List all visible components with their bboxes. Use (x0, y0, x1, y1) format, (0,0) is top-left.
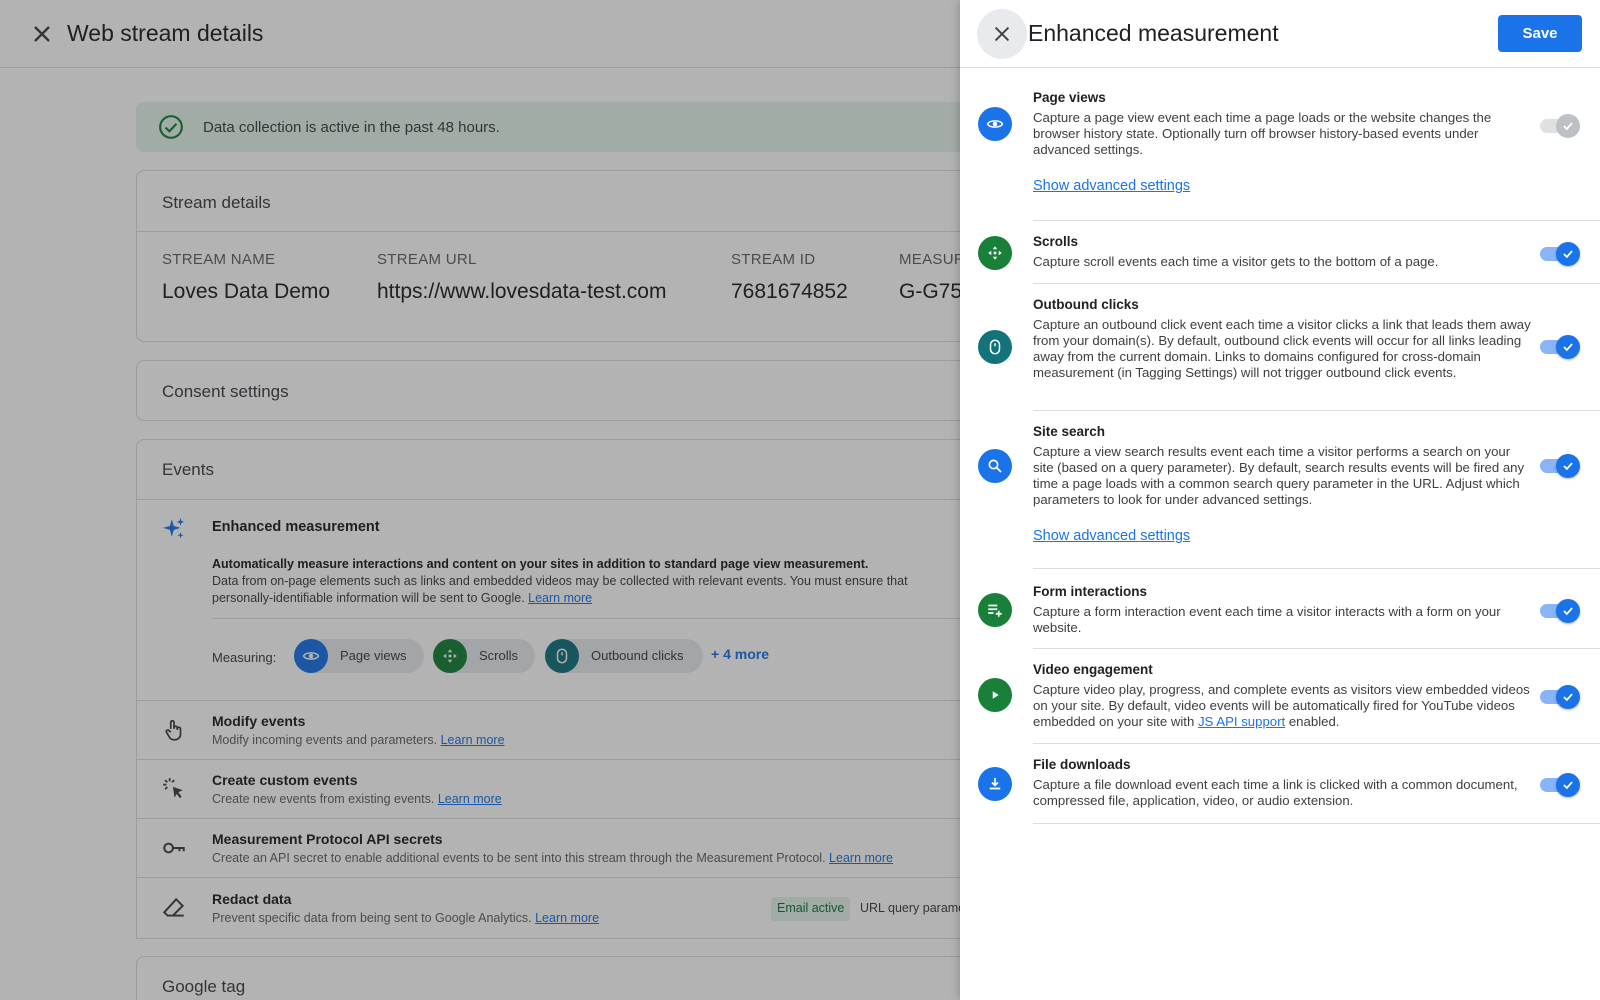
form-interactions-toggle[interactable] (1540, 599, 1580, 623)
email-active-badge: Email active (771, 897, 851, 921)
google-tag-title: Google tag (162, 977, 246, 996)
measurement-protocol-desc: Create an API secret to enable additiona… (212, 851, 893, 865)
measurement-protocol-learn-more[interactable]: Learn more (829, 851, 893, 865)
video-engagement-toggle[interactable] (1540, 685, 1580, 709)
check-circle-icon (159, 115, 183, 139)
redact-data-desc: Prevent specific data from being sent to… (212, 911, 600, 925)
file-downloads-toggle[interactable] (1540, 773, 1580, 797)
stream-name-field: STREAM NAME Loves Data Demo (162, 251, 331, 303)
modify-events-learn-more[interactable]: Learn more (441, 733, 505, 747)
enhanced-measurement-title: Enhanced measurement (212, 519, 380, 535)
scroll-icon (433, 639, 467, 673)
panel-title: Enhanced measurement (1028, 20, 1279, 46)
play-icon (978, 678, 1012, 712)
page-views-toggle[interactable] (1540, 114, 1580, 138)
outbound-clicks-toggle[interactable] (1540, 335, 1580, 359)
js-api-support-link[interactable]: JS API support (1198, 714, 1285, 729)
check-icon (1563, 462, 1573, 471)
chip-page-views: Page views (294, 639, 424, 673)
show-advanced-settings-link[interactable]: Show advanced settings (1033, 178, 1190, 194)
form-icon (978, 593, 1012, 627)
measurement-id-field: MEASUR G-G75 (899, 251, 965, 303)
close-icon[interactable] (28, 20, 56, 48)
more-chips-link[interactable]: + 4 more (711, 646, 769, 662)
check-icon (1563, 693, 1573, 702)
scrolls-toggle[interactable] (1540, 242, 1580, 266)
click-cursor-icon (163, 778, 183, 799)
check-icon (1563, 343, 1573, 352)
check-icon (1563, 781, 1573, 790)
events-title: Events (162, 460, 214, 479)
eye-icon (978, 107, 1012, 141)
mouse-icon (978, 330, 1012, 364)
stream-details-title: Stream details (162, 193, 271, 212)
chip-outbound-clicks: Outbound clicks (545, 639, 703, 673)
stream-url-field: STREAM URL https://www.lovesdata-test.co… (377, 251, 667, 303)
modify-events-desc: Modify incoming events and parameters. L… (212, 733, 505, 747)
create-custom-events-learn-more[interactable]: Learn more (438, 792, 502, 806)
scroll-icon (978, 236, 1012, 270)
stream-id-field: STREAM ID 7681674852 (731, 251, 848, 303)
measuring-label: Measuring: (212, 650, 277, 665)
eye-icon (294, 639, 328, 673)
redact-data-title: Redact data (212, 891, 292, 907)
close-icon (994, 26, 1010, 42)
banner-text: Data collection is active in the past 48… (203, 119, 500, 136)
mouse-icon (545, 639, 579, 673)
search-icon (978, 449, 1012, 483)
check-icon (1563, 122, 1573, 131)
download-icon (978, 767, 1012, 801)
create-custom-events-title: Create custom events (212, 772, 358, 788)
enhanced-measurement-panel: Enhanced measurement Save Page views Cap… (960, 0, 1600, 1000)
check-icon (1563, 607, 1573, 616)
eraser-icon (162, 897, 185, 917)
panel-header: Enhanced measurement Save (960, 0, 1600, 68)
page-title: Web stream details (67, 20, 264, 46)
show-advanced-settings-link-search[interactable]: Show advanced settings (1033, 528, 1190, 544)
url-query-badge: URL query parame (860, 901, 966, 915)
sparkle-icon (163, 518, 185, 539)
redact-data-learn-more[interactable]: Learn more (535, 911, 599, 925)
enhanced-measurement-desc: Automatically measure interactions and c… (212, 557, 908, 605)
site-search-toggle[interactable] (1540, 454, 1580, 478)
check-icon (1563, 250, 1573, 259)
create-custom-events-desc: Create new events from existing events. … (212, 792, 502, 806)
consent-settings-title: Consent settings (162, 382, 289, 401)
touch-icon (165, 720, 182, 741)
save-button[interactable]: Save (1498, 15, 1582, 52)
panel-close-button[interactable] (977, 9, 1027, 59)
key-icon (163, 842, 185, 854)
measurement-protocol-title: Measurement Protocol API secrets (212, 831, 443, 847)
chip-scrolls: Scrolls (433, 639, 535, 673)
learn-more-link[interactable]: Learn more (528, 591, 592, 605)
modify-events-title: Modify events (212, 713, 306, 729)
